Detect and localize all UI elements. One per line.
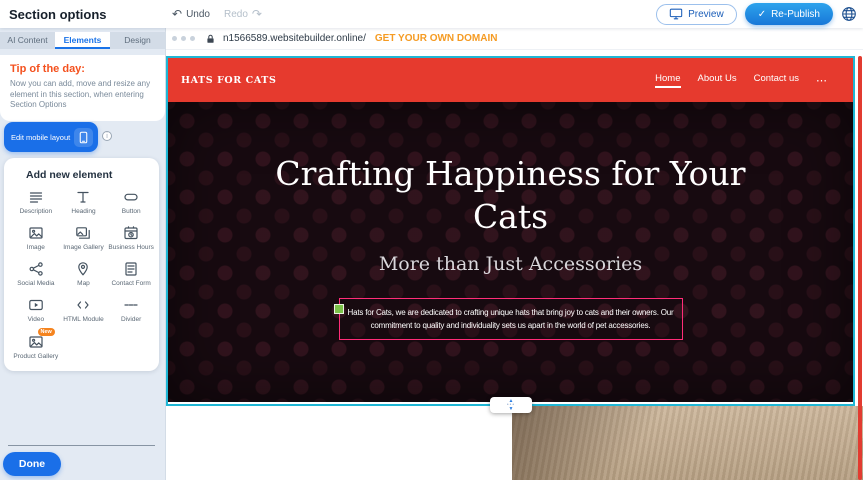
product-gallery-icon: New bbox=[27, 334, 45, 350]
window-dot-icon bbox=[172, 36, 177, 41]
redo-button[interactable]: Redo ↷ bbox=[224, 8, 262, 20]
element-grid: Description Heading Button Image Image G bbox=[12, 189, 155, 361]
element-business-hours[interactable]: Business Hours bbox=[107, 225, 155, 252]
image-icon bbox=[27, 225, 45, 241]
edit-mobile-layout-label: Edit mobile layout bbox=[11, 133, 70, 142]
globe-icon[interactable] bbox=[841, 6, 857, 22]
redo-label: Redo bbox=[224, 9, 248, 20]
nav-contact-us[interactable]: Contact us bbox=[754, 73, 799, 88]
preview-scrollbar[interactable] bbox=[858, 56, 862, 480]
code-icon bbox=[74, 297, 92, 313]
site-logo[interactable]: HATS FOR CATS bbox=[181, 75, 276, 86]
element-video[interactable]: Video bbox=[12, 297, 60, 324]
undo-label: Undo bbox=[186, 9, 210, 20]
element-description[interactable]: Description bbox=[12, 189, 60, 216]
element-social-media[interactable]: Social Media bbox=[12, 261, 60, 288]
nav-more-icon[interactable]: ⋯ bbox=[816, 74, 827, 87]
republish-label: Re-Publish bbox=[771, 9, 820, 20]
browser-bar: n1566589.websitebuilder.online/ GET YOUR… bbox=[166, 28, 863, 50]
site-url: n1566589.websitebuilder.online/ bbox=[223, 33, 366, 44]
tip-title: Tip of the day: bbox=[10, 63, 155, 75]
element-heading[interactable]: Heading bbox=[60, 189, 108, 216]
divider-icon bbox=[122, 297, 140, 313]
sidebar-divider bbox=[8, 445, 155, 446]
tab-design[interactable]: Design bbox=[110, 32, 165, 49]
element-map[interactable]: Map bbox=[60, 261, 108, 288]
add-new-element-panel: Add new element Description Heading Butt… bbox=[4, 158, 159, 371]
tip-of-the-day-card: Tip of the day: Now you can add, move an… bbox=[0, 55, 165, 121]
drag-handle[interactable] bbox=[334, 304, 344, 314]
monitor-icon bbox=[669, 7, 683, 21]
map-pin-icon bbox=[74, 261, 92, 277]
selected-section[interactable]: HATS FOR CATS Home About Us Contact us ⋯… bbox=[166, 56, 855, 406]
element-button[interactable]: Button bbox=[107, 189, 155, 216]
nav-home[interactable]: Home bbox=[655, 73, 680, 88]
done-button[interactable]: Done bbox=[3, 452, 61, 476]
app: Section options ↶ Undo Redo ↷ Preview ✓ … bbox=[0, 0, 863, 480]
hero-paragraph-box[interactable]: Hats for Cats, we are dedicated to craft… bbox=[339, 298, 683, 340]
phone-icon bbox=[74, 128, 93, 147]
preview-label: Preview bbox=[688, 9, 724, 20]
tab-elements[interactable]: Elements bbox=[55, 32, 110, 49]
topbar: Section options ↶ Undo Redo ↷ Preview ✓ … bbox=[0, 0, 863, 28]
hero-section: Crafting Happiness for Your Cats More th… bbox=[168, 102, 853, 402]
redo-icon: ↷ bbox=[252, 8, 262, 20]
text-lines-icon bbox=[27, 189, 45, 205]
element-contact-form[interactable]: Contact Form bbox=[107, 261, 155, 288]
element-html-module[interactable]: HTML Module bbox=[60, 297, 108, 324]
edit-mobile-layout-button[interactable]: Edit mobile layout bbox=[4, 122, 98, 152]
element-product-gallery[interactable]: New Product Gallery bbox=[12, 334, 60, 361]
history-controls: ↶ Undo Redo ↷ bbox=[172, 8, 262, 20]
window-dot-icon bbox=[181, 36, 186, 41]
topbar-actions: Preview ✓ Re-Publish bbox=[656, 3, 857, 25]
page-title: Section options bbox=[0, 7, 107, 22]
tab-ai-content[interactable]: AI Content bbox=[0, 32, 55, 49]
preview-button[interactable]: Preview bbox=[656, 4, 737, 25]
image-gallery-icon bbox=[74, 225, 92, 241]
hero-paragraph: Hats for Cats, we are dedicated to craft… bbox=[348, 308, 674, 330]
undo-icon: ↶ bbox=[172, 8, 182, 20]
sidebar-tabs: AI Content Elements Design bbox=[0, 32, 165, 49]
hero-heading[interactable]: Crafting Happiness for Your Cats bbox=[261, 152, 761, 238]
heading-icon bbox=[74, 189, 92, 205]
window-dot-icon bbox=[190, 36, 195, 41]
element-divider[interactable]: Divider bbox=[107, 297, 155, 324]
button-icon bbox=[122, 189, 140, 205]
lock-icon bbox=[205, 33, 216, 45]
new-badge: New bbox=[38, 328, 55, 336]
republish-button[interactable]: ✓ Re-Publish bbox=[745, 3, 833, 25]
contact-form-icon bbox=[122, 261, 140, 277]
element-image[interactable]: Image bbox=[12, 225, 60, 252]
info-icon[interactable]: i bbox=[102, 131, 112, 141]
arrow-down-icon: ▼ bbox=[509, 407, 514, 411]
undo-button[interactable]: ↶ Undo bbox=[172, 8, 210, 20]
hero-subheading[interactable]: More than Just Accessories bbox=[168, 253, 853, 275]
preview-area: n1566589.websitebuilder.online/ GET YOUR… bbox=[166, 28, 863, 480]
section-resize-handle[interactable]: ▲ ••• ▼ bbox=[490, 397, 532, 413]
share-icon bbox=[27, 261, 45, 277]
add-panel-title: Add new element bbox=[26, 169, 155, 181]
tip-body: Now you can add, move and resize any ele… bbox=[10, 79, 155, 111]
nav-about-us[interactable]: About Us bbox=[698, 73, 737, 88]
check-icon: ✓ bbox=[758, 9, 766, 20]
sidebar: AI Content Elements Design Tip of the da… bbox=[0, 28, 166, 480]
get-own-domain-link[interactable]: GET YOUR OWN DOMAIN bbox=[375, 33, 498, 44]
business-hours-icon bbox=[122, 225, 140, 241]
site-header: HATS FOR CATS Home About Us Contact us ⋯ bbox=[168, 58, 853, 102]
element-image-gallery[interactable]: Image Gallery bbox=[60, 225, 108, 252]
video-icon bbox=[27, 297, 45, 313]
site-nav: Home About Us Contact us ⋯ bbox=[655, 73, 827, 88]
next-section-image bbox=[512, 406, 863, 480]
